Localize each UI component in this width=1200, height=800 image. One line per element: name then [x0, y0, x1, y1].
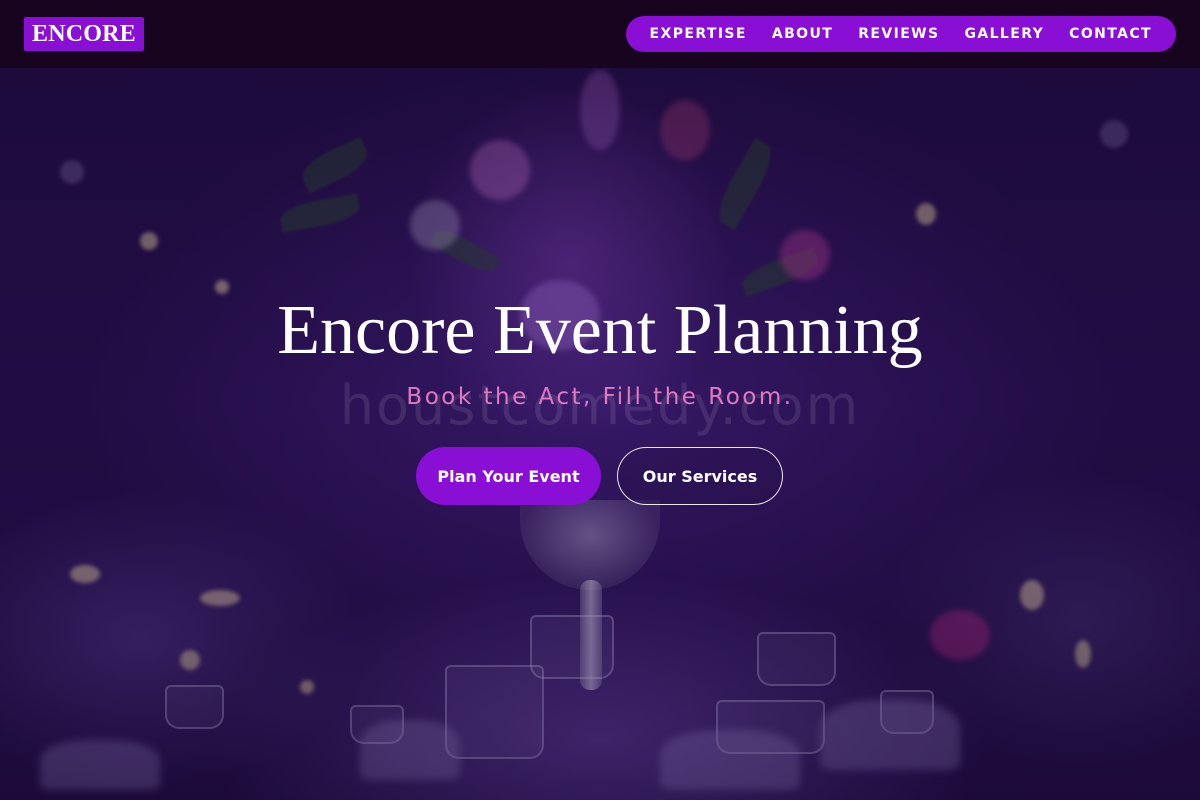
hero-tagline: Book the Act, Fill the Room. [406, 384, 794, 410]
site-logo[interactable]: ENCORE [24, 17, 144, 51]
site-header: ENCORE EXPERTISE ABOUT REVIEWS GALLERY C… [0, 0, 1200, 68]
nav-item-expertise[interactable]: EXPERTISE [650, 26, 747, 42]
nav-item-contact[interactable]: CONTACT [1069, 26, 1152, 42]
our-services-button[interactable]: Our Services [617, 447, 783, 505]
nav-item-reviews[interactable]: REVIEWS [858, 26, 939, 42]
main-nav: EXPERTISE ABOUT REVIEWS GALLERY CONTACT [625, 16, 1176, 52]
nav-item-gallery[interactable]: GALLERY [964, 26, 1044, 42]
plan-your-event-button[interactable]: Plan Your Event [416, 447, 601, 505]
nav-item-about[interactable]: ABOUT [772, 26, 833, 42]
hero-title: Encore Event Planning [277, 292, 923, 369]
